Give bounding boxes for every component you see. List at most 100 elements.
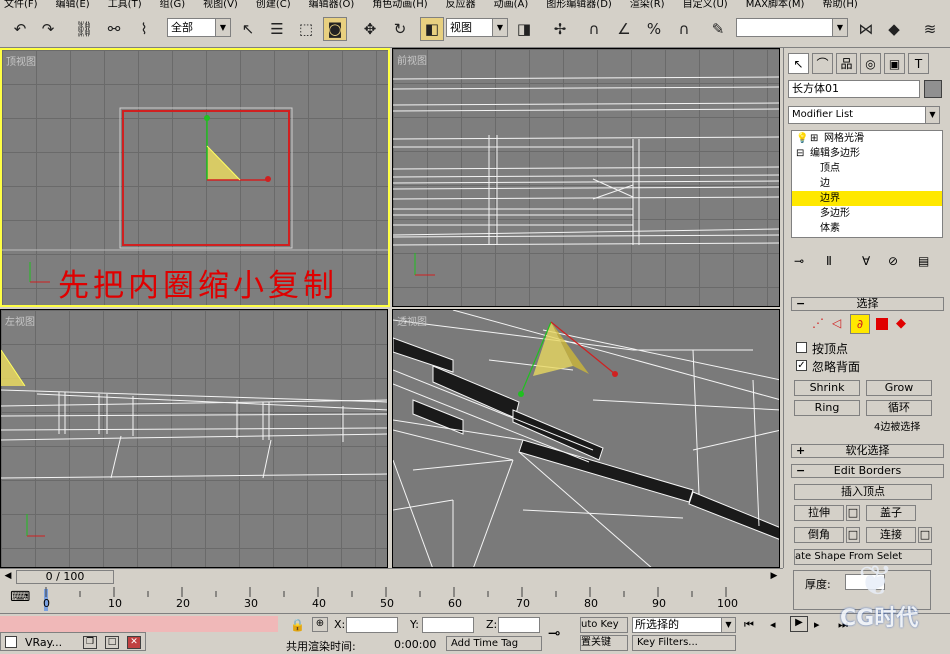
unlink-icon[interactable]: ⚯ xyxy=(102,17,126,41)
ref-coord-dropdown[interactable]: 视图 ▼ xyxy=(446,18,508,37)
rect-selection-icon[interactable]: ⬚ xyxy=(294,17,318,41)
play-icon[interactable]: ▶ xyxy=(790,616,808,632)
utilities-tab-icon[interactable]: T xyxy=(908,53,929,74)
object-color-swatch[interactable] xyxy=(924,80,942,98)
next-key-icon[interactable]: ▸ xyxy=(814,618,820,631)
configure-sets-icon[interactable]: ▤ xyxy=(918,254,929,268)
taskbar-vray-window[interactable]: VRay... ❐ □ ✕ xyxy=(0,632,146,651)
menu-item[interactable]: 渲染(R) xyxy=(626,0,665,12)
set-key-button[interactable]: 置关键 xyxy=(580,635,628,651)
chamfer-button[interactable]: 倒角 xyxy=(794,527,844,543)
viewport-top[interactable]: 顶视图 先把内圈缩小复制 xyxy=(0,48,390,307)
y-coord-field[interactable] xyxy=(422,617,474,633)
edit-borders-rollout[interactable]: − Edit Borders xyxy=(791,464,944,478)
collapse-minus-icon[interactable]: ⊟ xyxy=(796,146,804,161)
create-tab-icon[interactable]: ↖ xyxy=(788,53,809,74)
element-mode-icon[interactable]: ◆ xyxy=(896,316,906,331)
vertex-mode-icon[interactable]: ⋰ xyxy=(812,316,824,330)
display-tab-icon[interactable]: ▣ xyxy=(884,53,905,74)
link-icon[interactable]: ⛓ xyxy=(72,17,96,41)
menu-item[interactable]: 帮助(H) xyxy=(818,0,857,12)
track-bar[interactable]: ⌨ 0 10 20 30 40 50 60 70 80 90 100 xyxy=(0,585,783,613)
snap-3d-icon[interactable]: ∩ xyxy=(582,17,606,41)
chamfer-settings-icon[interactable]: □ xyxy=(846,527,860,543)
border-mode-icon[interactable]: ∂ xyxy=(850,314,870,334)
menu-item[interactable]: 编辑器(O) xyxy=(305,0,355,12)
menu-item[interactable]: 视图(V) xyxy=(199,0,238,12)
ring-button[interactable]: Ring xyxy=(794,400,860,416)
motion-tab-icon[interactable]: ◎ xyxy=(860,53,881,74)
edge-mode-icon[interactable]: ◁ xyxy=(832,316,841,330)
maximize-icon[interactable]: □ xyxy=(105,636,119,649)
menu-item[interactable]: 自定义(U) xyxy=(679,0,728,12)
stack-item-edge[interactable]: 边 xyxy=(792,176,942,191)
prev-frame-icon[interactable]: ◀ xyxy=(2,571,14,583)
menu-item[interactable]: 工具(T) xyxy=(104,0,142,12)
select-by-name-icon[interactable]: ☰ xyxy=(265,17,289,41)
stack-item-meshsmooth[interactable]: 💡 ⊞ 网格光滑 xyxy=(792,131,942,146)
selection-filter-dropdown[interactable]: 全部 ▼ xyxy=(167,18,231,37)
next-frame-icon[interactable]: ▶ xyxy=(768,571,780,583)
pivot-center-icon[interactable]: ◨ xyxy=(512,17,536,41)
modify-tab-icon[interactable]: ⌒ xyxy=(812,53,833,74)
object-name-field[interactable]: 长方体01 xyxy=(788,80,920,98)
viewport-front[interactable]: 前视图 xyxy=(392,48,780,307)
bind-spacewarp-icon[interactable]: ⌇ xyxy=(132,17,156,41)
move-icon[interactable]: ✥ xyxy=(358,17,382,41)
add-time-tag-button[interactable]: Add Time Tag xyxy=(446,636,542,651)
prev-key-icon[interactable]: ◂ xyxy=(770,618,776,631)
expand-plus-icon[interactable]: ⊞ xyxy=(810,131,818,146)
show-end-result-icon[interactable]: Ⅱ xyxy=(826,254,832,268)
extrude-settings-icon[interactable]: □ xyxy=(846,505,860,521)
redo-icon[interactable]: ↷ xyxy=(36,17,60,41)
restore-icon[interactable]: ❐ xyxy=(83,636,97,649)
pin-stack-icon[interactable]: ⊸ xyxy=(794,254,804,268)
close-icon[interactable]: ✕ xyxy=(127,636,141,649)
hierarchy-tab-icon[interactable]: 品 xyxy=(836,53,857,74)
absolute-mode-icon[interactable]: ⊕ xyxy=(312,617,328,632)
align-icon[interactable]: ◆ xyxy=(882,17,906,41)
menu-item[interactable]: 编辑(E) xyxy=(52,0,90,12)
viewport-left[interactable]: 左视图 xyxy=(0,309,388,568)
ignore-backfacing-checkbox[interactable]: ✓ xyxy=(796,360,807,371)
make-unique-icon[interactable]: ∀ xyxy=(862,254,870,268)
maxscript-listener[interactable] xyxy=(0,616,278,632)
menu-item[interactable]: 反应器 xyxy=(442,0,476,12)
set-key-icon[interactable]: ⊸ xyxy=(548,624,561,642)
rotate-icon[interactable]: ↻ xyxy=(388,17,412,41)
edit-named-selection-icon[interactable]: ✎ xyxy=(706,17,730,41)
z-coord-field[interactable] xyxy=(498,617,540,633)
angle-snap-icon[interactable]: ∠ xyxy=(612,17,636,41)
viewport-perspective[interactable]: 透视图 xyxy=(392,309,780,568)
loop-button[interactable]: 循环 xyxy=(866,400,932,416)
menu-item[interactable]: 文件(F) xyxy=(0,0,38,12)
lightbulb-icon[interactable]: 💡 xyxy=(796,131,808,146)
remove-modifier-icon[interactable]: ⊘ xyxy=(888,254,898,268)
extrude-button[interactable]: 拉伸 xyxy=(794,505,844,521)
stack-item-element[interactable]: 体素 xyxy=(792,221,942,236)
window-crossing-icon[interactable]: ◙ xyxy=(323,17,347,41)
menu-item[interactable]: 组(G) xyxy=(156,0,186,12)
time-slider[interactable]: ◀ 0 / 100 ▶ xyxy=(0,568,783,585)
auto-key-button[interactable]: uto Key xyxy=(580,617,628,633)
modifier-list-dropdown[interactable]: Modifier List ▼ xyxy=(788,106,940,124)
modifier-stack[interactable]: 💡 ⊞ 网格光滑 ⊟ 编辑多边形 顶点 边 边界 多边形 体素 xyxy=(791,130,943,238)
menu-item[interactable]: 图形编辑器(D) xyxy=(542,0,612,12)
stack-item-polygon[interactable]: 多边形 xyxy=(792,206,942,221)
lock-selection-icon[interactable]: 🔒 xyxy=(290,618,305,632)
spinner-snap-icon[interactable]: ∩ xyxy=(672,17,696,41)
select-manipulate-icon[interactable]: ✢ xyxy=(548,17,572,41)
connect-settings-icon[interactable]: □ xyxy=(918,527,932,543)
key-filters-button[interactable]: Key Filters... xyxy=(632,635,736,651)
by-vertex-checkbox[interactable] xyxy=(796,342,807,353)
stack-item-vertex[interactable]: 顶点 xyxy=(792,161,942,176)
time-slider-thumb[interactable]: 0 / 100 xyxy=(16,570,114,584)
soft-selection-rollout[interactable]: + 软化选择 xyxy=(791,444,944,458)
polygon-mode-icon[interactable] xyxy=(876,318,888,330)
grow-button[interactable]: Grow xyxy=(866,380,932,396)
scale-icon[interactable]: ◧ xyxy=(420,17,444,41)
layer-manager-icon[interactable]: ≋ xyxy=(918,17,942,41)
shrink-button[interactable]: Shrink xyxy=(794,380,860,396)
select-object-icon[interactable]: ↖ xyxy=(236,17,260,41)
named-selection-dropdown[interactable]: ▼ xyxy=(736,18,848,37)
